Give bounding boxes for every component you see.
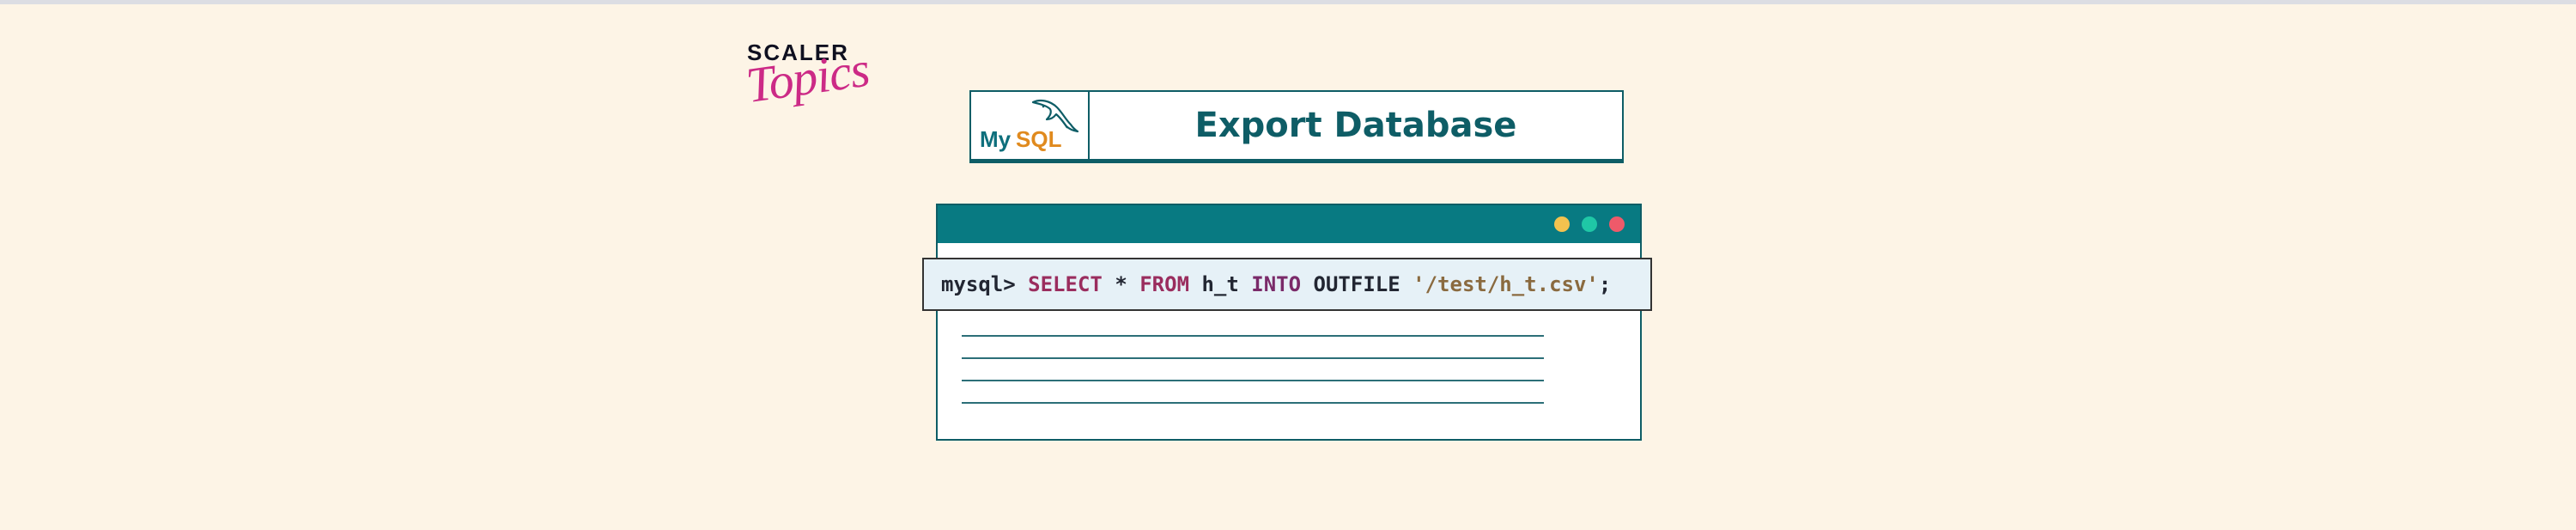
sql-command-row: mysql> SELECT * FROM h_t INTO OUTFILE '/… bbox=[922, 258, 1652, 311]
output-line bbox=[962, 402, 1544, 404]
title-card: My SQL Export Database bbox=[969, 90, 1624, 163]
table-name: h_t bbox=[1201, 272, 1239, 296]
mysql-prompt: mysql> bbox=[941, 272, 1016, 296]
top-strip bbox=[0, 0, 2576, 4]
mysql-logo: My SQL bbox=[971, 92, 1090, 159]
output-path: '/test/h_t.csv' bbox=[1413, 272, 1599, 296]
statement-terminator: ; bbox=[1598, 272, 1612, 296]
scaler-topics-logo: SCALER Topics bbox=[743, 40, 872, 125]
select-star: * bbox=[1115, 272, 1127, 296]
mysql-my-text: My bbox=[980, 126, 1012, 152]
minimize-dot-icon[interactable] bbox=[1554, 216, 1570, 232]
output-line bbox=[962, 380, 1544, 381]
mysql-dolphin-icon: My SQL bbox=[980, 99, 1079, 152]
keyword-select: SELECT bbox=[1028, 272, 1103, 296]
keyword-into: INTO bbox=[1251, 272, 1302, 296]
output-line bbox=[962, 335, 1544, 337]
terminal-window bbox=[936, 204, 1642, 441]
terminal-titlebar bbox=[938, 205, 1640, 243]
close-dot-icon[interactable] bbox=[1609, 216, 1625, 232]
output-line bbox=[962, 357, 1544, 359]
sql-command: mysql> SELECT * FROM h_t INTO OUTFILE '/… bbox=[941, 259, 1611, 309]
maximize-dot-icon[interactable] bbox=[1582, 216, 1597, 232]
page-title: Export Database bbox=[1194, 106, 1517, 145]
keyword-outfile: OUTFILE bbox=[1313, 272, 1400, 296]
keyword-from: FROM bbox=[1139, 272, 1190, 296]
mysql-sql-text: SQL bbox=[1016, 126, 1062, 152]
